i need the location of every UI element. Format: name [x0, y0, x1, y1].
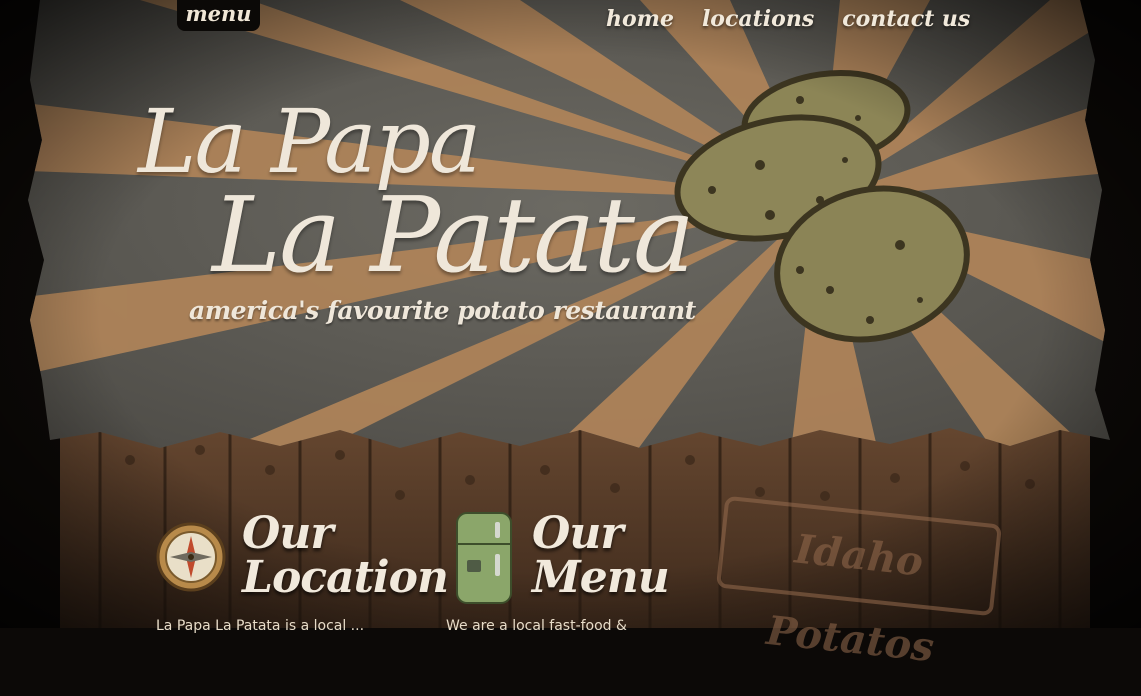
- page-canvas: menu home locations contact us La Papa L…: [0, 0, 1141, 671]
- menu-tab[interactable]: menu: [177, 0, 260, 31]
- compass-icon[interactable]: [156, 522, 226, 592]
- section-menu-title[interactable]: Our Menu: [532, 508, 670, 603]
- nav-contact-link[interactable]: contact us: [842, 6, 970, 32]
- section-location-title-line2: Location: [242, 552, 449, 603]
- section-location-text: La Papa La Patata is a local ...: [156, 618, 365, 634]
- nav-home-link[interactable]: home: [606, 6, 674, 32]
- logo-title-line2: La Patata: [212, 174, 695, 296]
- main-nav: home locations contact us: [606, 6, 970, 32]
- fridge-icon[interactable]: [453, 510, 515, 606]
- section-menu-title-line2: Menu: [532, 552, 670, 603]
- section-location-title-line1: Our: [242, 508, 333, 559]
- nav-locations-link[interactable]: locations: [702, 6, 814, 32]
- section-menu-text: We are a local fast-food &: [446, 618, 627, 634]
- section-menu-title-line1: Our: [532, 508, 623, 559]
- section-location-title[interactable]: Our Location: [242, 508, 449, 603]
- tagline: america's favourite potato restaurant: [189, 296, 696, 325]
